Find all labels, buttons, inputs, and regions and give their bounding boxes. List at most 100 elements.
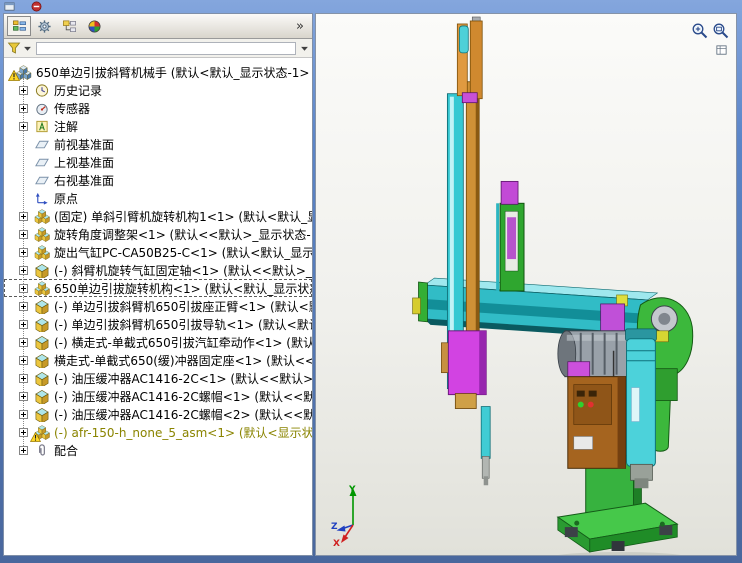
part-icon (34, 353, 50, 368)
tree-item[interactable]: 注解 (4, 117, 312, 135)
part-icon (34, 371, 50, 386)
carriage[interactable] (441, 330, 487, 409)
tree-item[interactable]: (-) 单边引拔斜臂机650引拔导轨<1> (默认<默认_ (4, 315, 312, 333)
tree-root-label: 650单边引拔斜臂机械手 (默认<默认_显示状态-1> (36, 65, 310, 80)
assembly-icon (34, 208, 50, 224)
tree-item-label: 原点 (54, 191, 79, 206)
zoom-sheet-icon[interactable] (713, 42, 729, 58)
tree-item-label: (-) 单边引拔斜臂机650引拔导轨<1> (默认<默认_ (54, 317, 312, 332)
plane-icon (34, 155, 50, 170)
tree-item-label: 历史记录 (54, 83, 103, 98)
tree-item[interactable]: 旋出气缸PC-CA50B25-C<1> (默认<默认_显示状 (4, 243, 312, 261)
tree-item-label: 旋转角度调整架<1> (默认<<默认>_显示状态-1>) (54, 227, 312, 242)
expand-toggle-icon[interactable] (19, 85, 28, 95)
cad-model[interactable] (316, 14, 736, 555)
tree-item[interactable]: (-) 油压缓冲器AC1416-2C螺帽<2> (默认<<默认 (4, 405, 312, 423)
tree-item-label: (-) 斜臂机旋转气缸固定轴<1> (默认<<默认>_显 (54, 263, 312, 278)
app-icon[interactable] (4, 1, 15, 12)
base-plate[interactable] (545, 502, 694, 555)
tree-item-label: 上视基准面 (54, 155, 115, 170)
expand-toggle-icon[interactable] (19, 103, 28, 113)
tree-item[interactable]: 右视基准面 (4, 171, 312, 189)
tree-item[interactable]: 上视基准面 (4, 153, 312, 171)
tree-item[interactable]: (固定) 单斜引臂机旋转机构1<1> (默认<默认_显示 (4, 207, 312, 225)
assembly-icon (30, 424, 50, 442)
part-icon (34, 389, 50, 404)
tree-item-label: 650单边引拔旋转机构<1> (默认<默认_显示状态- (54, 281, 312, 296)
tab-featuremanager[interactable] (7, 16, 31, 36)
expand-toggle-icon[interactable] (19, 301, 28, 311)
expand-toggle-icon[interactable] (19, 247, 28, 257)
panel-overflow-chevron[interactable]: » (291, 19, 309, 34)
axis-x-label: X (333, 539, 340, 547)
tree-item[interactable]: 历史记录 (4, 81, 312, 99)
probe-rod[interactable] (480, 406, 491, 486)
vertical-frame[interactable] (496, 180, 525, 292)
expand-toggle-icon[interactable] (19, 319, 28, 329)
expand-toggle-icon[interactable] (19, 283, 28, 293)
part-icon (34, 335, 50, 350)
doc-icon[interactable] (31, 1, 42, 12)
tree-item[interactable]: 传感器 (4, 99, 312, 117)
part-icon (34, 407, 50, 422)
filter-funnel-icon[interactable] (7, 41, 21, 55)
tree-item[interactable]: (-) 油压缓冲器AC1416-2C<1> (默认<<默认>_ (4, 369, 312, 387)
filter-caret-icon[interactable] (23, 44, 32, 53)
tree-root-item[interactable]: 650单边引拔斜臂机械手 (默认<默认_显示状态-1> (4, 63, 312, 81)
expand-toggle-icon[interactable] (19, 427, 28, 437)
history-icon (34, 83, 50, 98)
tree-item[interactable]: (-) 横走式-单截式650引拔汽缸牵动作<1> (默认< (4, 333, 312, 351)
expand-toggle-icon[interactable] (19, 373, 28, 383)
assembly-icon (34, 280, 50, 296)
zoom-window-icon[interactable] (711, 21, 731, 41)
tree-item[interactable]: (-) 斜臂机旋转气缸固定轴<1> (默认<<默认>_显 (4, 261, 312, 279)
expand-toggle-icon[interactable] (19, 445, 28, 455)
tree-item-label: 配合 (54, 443, 79, 458)
plane-icon (34, 173, 50, 188)
expand-toggle-icon[interactable] (19, 121, 28, 131)
expand-toggle-icon[interactable] (19, 355, 28, 365)
axis-y-label: Y (348, 485, 356, 495)
expand-toggle-icon[interactable] (19, 391, 28, 401)
filter-bar (4, 39, 312, 58)
tree-item-label: 旋出气缸PC-CA50B25-C<1> (默认<默认_显示状 (54, 245, 312, 260)
tree-item[interactable]: 旋转角度调整架<1> (默认<<默认>_显示状态-1>) (4, 225, 312, 243)
tree-item-label: (-) 单边引拔斜臂机650引拔座正臂<1> (默认<默认 (54, 299, 312, 314)
tree-item[interactable]: (-) 单边引拔斜臂机650引拔座正臂<1> (默认<默认 (4, 297, 312, 315)
tab-displaymanager[interactable] (82, 16, 106, 36)
feature-manager-panel: » 650单边引拔斜臂机械手 (默认<默认_显示状态-1> 历史记录 传感器注解前… (3, 13, 313, 556)
graphics-viewport[interactable]: Y Z X (315, 13, 737, 556)
zoom-in-icon[interactable] (690, 21, 710, 41)
expand-toggle-icon[interactable] (19, 229, 28, 239)
warning-icon (8, 69, 20, 81)
orientation-triad: Y Z X (330, 483, 376, 549)
tree-item-label: (-) 油压缓冲器AC1416-2C螺帽<1> (默认<<默认 (54, 389, 312, 404)
air-cylinder[interactable] (625, 328, 657, 489)
filter-input[interactable] (36, 41, 296, 55)
plane-icon (34, 137, 50, 152)
expand-toggle-icon[interactable] (19, 337, 28, 347)
warning-icon (30, 431, 41, 442)
part-icon (34, 317, 50, 332)
assembly-icon (34, 226, 50, 242)
origin-icon (34, 191, 50, 206)
filter-dropdown-icon[interactable] (300, 44, 309, 53)
tree-item[interactable]: 650单边引拔旋转机构<1> (默认<默认_显示状态- (4, 279, 312, 297)
tree-item[interactable]: 原点 (4, 189, 312, 207)
expand-toggle-icon[interactable] (19, 265, 28, 275)
tree-item-label: 右视基准面 (54, 173, 115, 188)
tree-item[interactable]: (-) afr-150-h_none_5_asm<1> (默认<显示状态 (4, 423, 312, 442)
expand-toggle-icon[interactable] (19, 409, 28, 419)
tree-item-label: (-) afr-150-h_none_5_asm<1> (默认<显示状态 (54, 425, 312, 440)
tree-item[interactable]: 配合 (4, 441, 312, 459)
tree-item[interactable]: 前视基准面 (4, 135, 312, 153)
tree-item[interactable]: 横走式-单截式650(缓)冲器固定座<1> (默认<< (4, 351, 312, 369)
part-icon (34, 263, 50, 278)
tree-item[interactable]: (-) 油压缓冲器AC1416-2C螺帽<1> (默认<<默认 (4, 387, 312, 405)
tree-item-label: 注解 (54, 119, 79, 134)
tab-propertymanager[interactable] (32, 16, 56, 36)
tree-item-label: (固定) 单斜引臂机旋转机构1<1> (默认<默认_显示 (54, 209, 312, 224)
tab-configurationmanager[interactable] (57, 16, 81, 36)
feature-tree: 650单边引拔斜臂机械手 (默认<默认_显示状态-1> 历史记录 传感器注解 前视基… (4, 58, 312, 555)
expand-toggle-icon[interactable] (19, 211, 28, 221)
